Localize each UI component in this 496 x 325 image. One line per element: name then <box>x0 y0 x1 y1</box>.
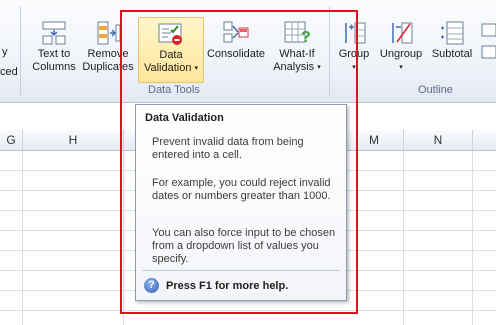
ungroup-caret: ▾ <box>376 61 426 74</box>
partial-label-top: y <box>2 46 8 58</box>
text-to-columns-label-1: Text to <box>37 48 71 60</box>
grid-line <box>22 151 23 325</box>
column-header-n[interactable]: N <box>404 130 473 151</box>
text-to-columns-icon <box>42 21 66 45</box>
highlight-frame <box>120 10 358 314</box>
text-to-columns-button[interactable]: Text to Columns <box>27 20 81 74</box>
remove-duplicates-icon <box>97 21 121 45</box>
ungroup-button[interactable]: Ungroup ▾ <box>376 20 426 74</box>
column-header-g[interactable]: G <box>0 130 23 151</box>
ungroup-label: Ungroup <box>379 48 423 60</box>
column-header-h[interactable]: H <box>23 130 124 151</box>
partial-label-bottom: ced <box>0 66 18 78</box>
subtotal-label: Subtotal <box>431 48 473 60</box>
text-to-columns-label-2: Columns <box>32 61 76 73</box>
grid-line <box>472 151 473 325</box>
show-detail-icon[interactable] <box>480 22 496 62</box>
dropdown-caret-icon: ▾ <box>399 64 403 71</box>
group-separator <box>20 6 21 96</box>
ungroup-icon <box>392 22 413 44</box>
subtotal-button[interactable]: Subtotal <box>428 20 476 61</box>
subtotal-icon <box>441 21 464 45</box>
column-header-next[interactable] <box>473 130 496 151</box>
grid-line <box>403 151 404 325</box>
group-label-outline: Outline <box>418 84 453 96</box>
